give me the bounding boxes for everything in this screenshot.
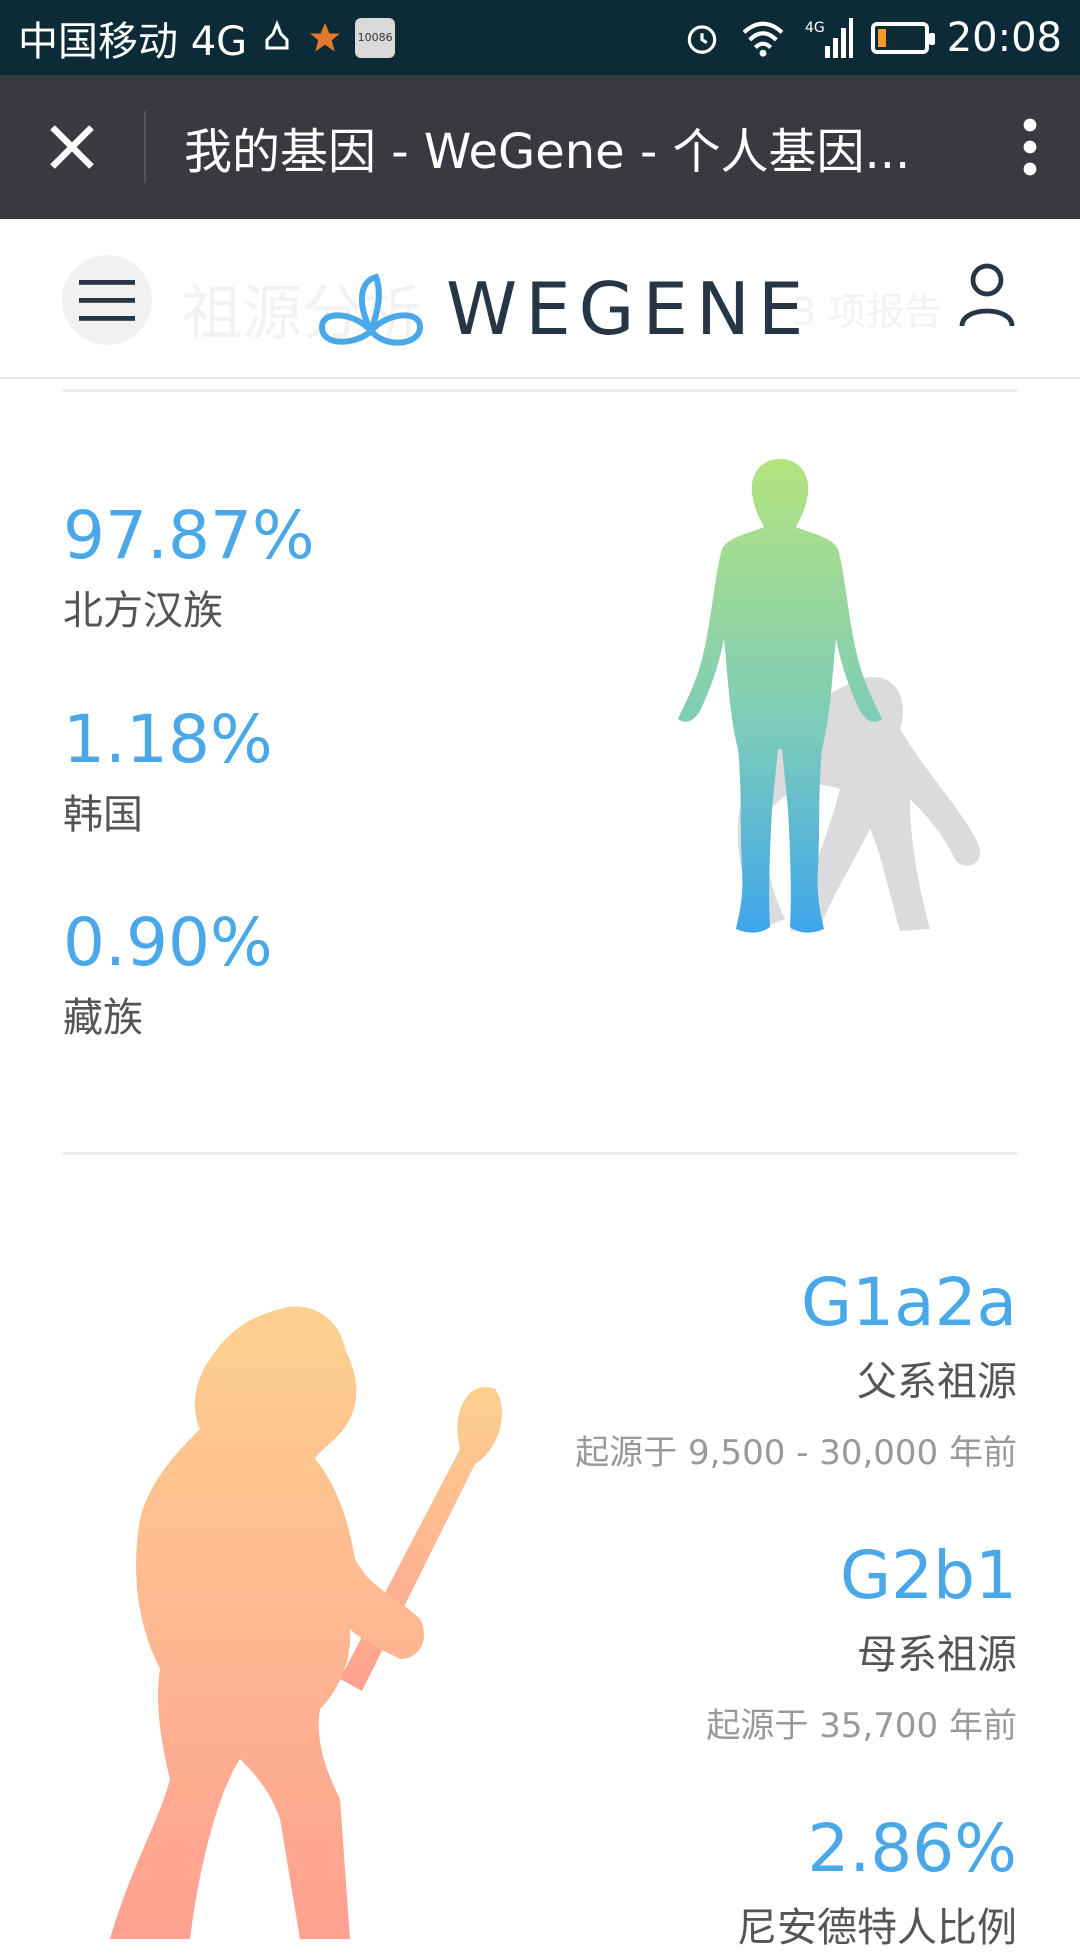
ancestry-percent: 0.90% bbox=[63, 904, 273, 981]
report-count-ghost: 3 项报告 bbox=[792, 290, 943, 334]
user-icon bbox=[959, 263, 1015, 327]
alarm-icon bbox=[683, 19, 721, 57]
ancestry-item: 1.18% 韩国 bbox=[63, 701, 273, 840]
ancestry-name: 北方汉族 bbox=[63, 588, 223, 634]
close-button[interactable] bbox=[0, 75, 144, 219]
wegene-logo[interactable]: WEGENE bbox=[316, 267, 811, 351]
menu-button[interactable] bbox=[62, 255, 152, 345]
neanderthal-percent: 2.86% bbox=[807, 1810, 1017, 1887]
battery-icon bbox=[870, 21, 935, 54]
user-button[interactable] bbox=[958, 262, 1016, 332]
status-bar: 中国移动 4G 10086 4G 20:08 bbox=[0, 0, 1080, 75]
browser-toolbar: 我的基因 - WeGene - 个人基因... bbox=[0, 75, 1080, 219]
section-divider bbox=[63, 389, 1017, 392]
caveman-silhouette-illustration bbox=[110, 1306, 503, 1939]
hamburger-icon bbox=[79, 280, 135, 321]
notification-icon bbox=[259, 19, 295, 56]
sms-app-icon: 10086 bbox=[355, 17, 396, 58]
close-icon bbox=[50, 125, 94, 169]
more-vertical-icon bbox=[1023, 118, 1037, 176]
ancestry-percent: 1.18% bbox=[63, 701, 273, 778]
haplogroup-label: 母系祖源 bbox=[857, 1632, 1017, 1678]
haplogroup-origin: 起源于 9,500 - 30,000 年前 bbox=[575, 1433, 1017, 1473]
logo-text: WEGENE bbox=[446, 267, 812, 351]
haplogroup-code: G1a2a bbox=[800, 1264, 1017, 1341]
star-icon bbox=[307, 20, 343, 56]
network-type-label: 4G bbox=[805, 20, 825, 36]
more-options-button[interactable] bbox=[980, 75, 1080, 219]
page-title: 我的基因 - WeGene - 个人基因... bbox=[184, 124, 911, 180]
wegene-logo-icon bbox=[318, 273, 424, 346]
neanderthal-ratio: 2.86% 尼安德特人比例 bbox=[737, 1810, 1017, 1953]
ancestry-item: 0.90% 藏族 bbox=[63, 904, 273, 1043]
ancestry-percent: 97.87% bbox=[63, 497, 315, 574]
human-silhouette-illustration bbox=[678, 459, 981, 933]
ancestry-name: 藏族 bbox=[63, 995, 143, 1041]
clock-time: 20:08 bbox=[946, 14, 1062, 61]
maternal-haplogroup: G2b1 母系祖源 起源于 35,700 年前 bbox=[706, 1537, 1017, 1747]
haplogroup-label: 父系祖源 bbox=[857, 1359, 1017, 1405]
ancestry-name: 韩国 bbox=[63, 792, 143, 838]
ancestry-item: 97.87% 北方汉族 bbox=[63, 497, 315, 636]
haplogroup-origin: 起源于 35,700 年前 bbox=[706, 1706, 1017, 1746]
signal-icon: 4G bbox=[805, 16, 853, 60]
wifi-icon bbox=[739, 19, 787, 57]
carrier-text: 中国移动 4G bbox=[18, 18, 248, 65]
paternal-haplogroup: G1a2a 父系祖源 起源于 9,500 - 30,000 年前 bbox=[575, 1264, 1017, 1474]
haplogroup-code: G2b1 bbox=[839, 1537, 1017, 1614]
ancestry-report: 97.87% 北方汉族 1.18% 韩国 0.90% 藏族 G1a2a 父系祖源… bbox=[0, 379, 1080, 1951]
neanderthal-label: 尼安德特人比例 bbox=[737, 1905, 1017, 1951]
site-header: 祖源分析 3 项报告 WEGENE bbox=[0, 219, 1080, 379]
section-divider bbox=[63, 1152, 1017, 1155]
